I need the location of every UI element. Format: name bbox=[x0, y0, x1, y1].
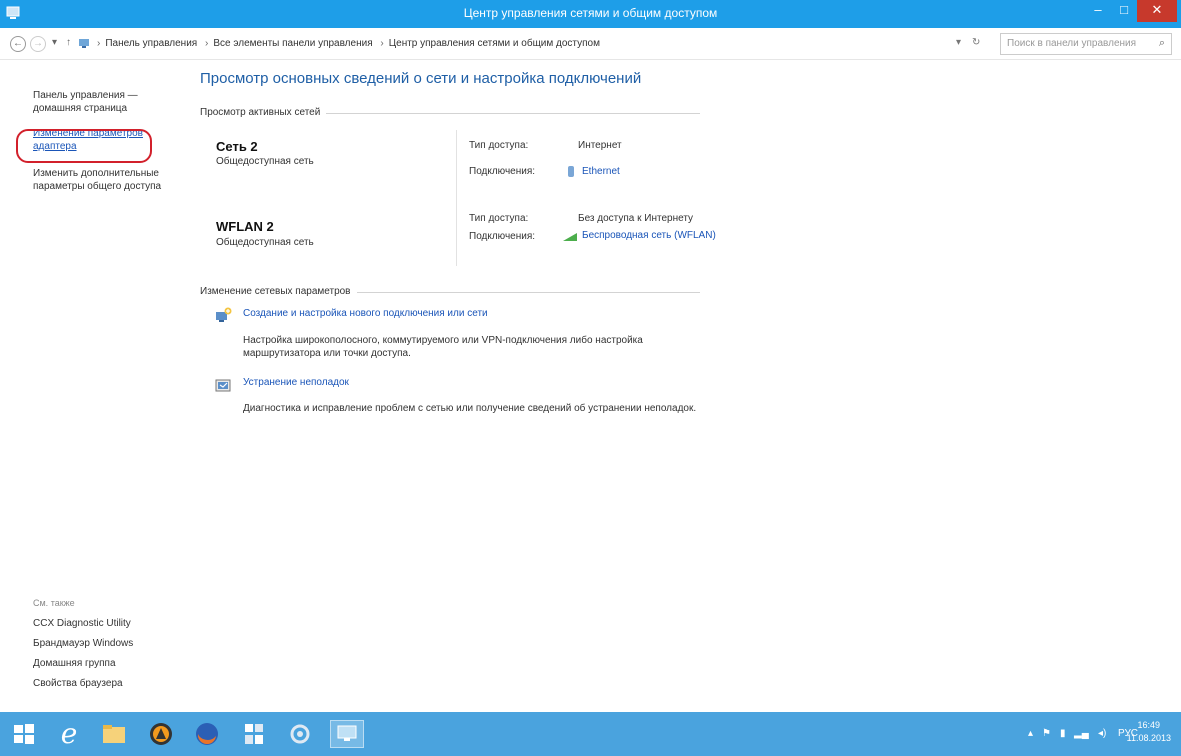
tools-icon[interactable] bbox=[286, 720, 314, 748]
see-also-heading: См. также bbox=[33, 598, 75, 608]
sidebar-see-also-item[interactable]: CCX Diagnostic Utility bbox=[33, 617, 178, 630]
breadcrumb-item[interactable]: Все элементы панели управления bbox=[213, 38, 372, 49]
internet-explorer-icon[interactable]: e bbox=[55, 720, 83, 748]
clock-date: 11.08.2013 bbox=[1126, 733, 1171, 743]
tray-flag-icon[interactable]: ⚑ bbox=[1042, 728, 1051, 739]
avast-icon[interactable] bbox=[147, 720, 175, 748]
system-clock[interactable]: 16:49 11.08.2013 bbox=[1127, 719, 1171, 745]
network-name: WFLAN 2 bbox=[216, 219, 274, 234]
setup-new-connection-description: Настройка широкополосного, коммутируемог… bbox=[243, 335, 643, 359]
breadcrumb-item[interactable]: Панель управления bbox=[105, 38, 197, 49]
firefox-icon[interactable] bbox=[193, 720, 221, 748]
active-networks-heading: Просмотр активных сетей bbox=[200, 107, 327, 118]
breadcrumb: › Панель управления › Все элементы панели … bbox=[97, 38, 600, 49]
new-connection-icon bbox=[216, 307, 232, 322]
network-category-link[interactable]: Общедоступная сеть bbox=[216, 156, 314, 167]
start-windows-icon[interactable] bbox=[10, 720, 38, 748]
tray-network-icon[interactable]: ▮ bbox=[1060, 728, 1066, 739]
maximize-button[interactable]: □ bbox=[1111, 0, 1137, 22]
network-center-taskbar-icon[interactable] bbox=[330, 720, 364, 748]
troubleshoot-link[interactable]: Устранение неполадок bbox=[243, 377, 349, 388]
search-placeholder: Поиск в панели управления bbox=[1007, 38, 1137, 49]
sidebar-see-also-item[interactable]: Домашняя группа bbox=[33, 657, 178, 670]
sidebar-advanced-sharing-link[interactable]: Изменить дополнительные параметры общего… bbox=[33, 167, 178, 193]
back-button[interactable]: ← bbox=[10, 36, 26, 52]
sidebar-home-link[interactable]: Панель управления — домашняя страница bbox=[33, 89, 178, 115]
network-name: Сеть 2 bbox=[216, 139, 258, 154]
wifi-signal-icon bbox=[563, 233, 577, 241]
up-arrow-icon[interactable]: ↑ bbox=[66, 37, 71, 48]
forward-button[interactable]: → bbox=[30, 36, 46, 52]
network-category-link[interactable]: Общедоступная сеть bbox=[216, 237, 314, 248]
ethernet-icon bbox=[568, 166, 574, 177]
tray-arrow-icon[interactable]: ▴ bbox=[1028, 728, 1033, 739]
tray-volume-icon[interactable]: ◂) bbox=[1098, 728, 1106, 739]
connections-label: Подключения: bbox=[469, 166, 536, 177]
setup-new-connection-link[interactable]: Создание и настройка нового подключения … bbox=[243, 308, 488, 319]
page-title: Просмотр основных сведений о сети и наст… bbox=[200, 70, 642, 87]
title-bar: Центр управления сетями и общим доступом… bbox=[0, 0, 1181, 28]
troubleshoot-icon bbox=[215, 379, 231, 392]
sidebar-see-also-item[interactable]: Брандмауэр Windows bbox=[33, 637, 178, 650]
breadcrumb-item[interactable]: Центр управления сетями и общим доступом bbox=[389, 38, 600, 49]
address-dropdown-icon[interactable]: ▾ bbox=[956, 37, 961, 48]
troubleshoot-description: Диагностика и исправление проблем с сеть… bbox=[243, 403, 697, 414]
access-type-label: Тип доступа: bbox=[469, 213, 529, 224]
highlight-oval bbox=[16, 129, 152, 163]
change-settings-heading: Изменение сетевых параметров bbox=[200, 286, 357, 297]
search-icon[interactable]: ⌕ bbox=[1159, 37, 1165, 50]
recent-pages-dropdown-icon[interactable]: ▾ bbox=[52, 37, 57, 48]
clock-time: 16:49 bbox=[1137, 720, 1161, 730]
access-type-value: Интернет bbox=[578, 140, 622, 151]
network-column-divider bbox=[456, 130, 457, 266]
ethernet-connection-link[interactable]: Ethernet bbox=[582, 166, 722, 177]
access-type-label: Тип доступа: bbox=[469, 140, 529, 151]
address-bar: ← → ▾ ↑ › Панель управления › Все элементы… bbox=[0, 28, 1181, 60]
search-input[interactable]: Поиск в панели управления ⌕ bbox=[1000, 33, 1172, 55]
taskbar: e ▴ ⚑ ▮ ▂▄ ◂) РУС 16:49 11.08.2013 bbox=[0, 712, 1181, 756]
sidebar: Панель управления — домашняя страница Из… bbox=[0, 60, 185, 712]
window-title: Центр управления сетями и общим доступом bbox=[463, 6, 718, 20]
control-panel-icon bbox=[79, 39, 89, 48]
refresh-icon[interactable]: ↻ bbox=[972, 37, 980, 48]
file-explorer-icon[interactable] bbox=[100, 720, 128, 748]
wireless-connection-link[interactable]: Беспроводная сеть (WFLAN) bbox=[582, 230, 722, 241]
access-type-value: Без доступа к Интернету bbox=[578, 213, 694, 224]
close-button[interactable]: ✕ bbox=[1137, 0, 1177, 22]
connections-label: Подключения: bbox=[469, 231, 536, 242]
minimize-button[interactable]: – bbox=[1085, 0, 1111, 22]
tray-signal-icon[interactable]: ▂▄ bbox=[1074, 728, 1089, 739]
network-app-icon[interactable] bbox=[240, 720, 268, 748]
sidebar-see-also-item[interactable]: Свойства браузера bbox=[33, 677, 178, 690]
